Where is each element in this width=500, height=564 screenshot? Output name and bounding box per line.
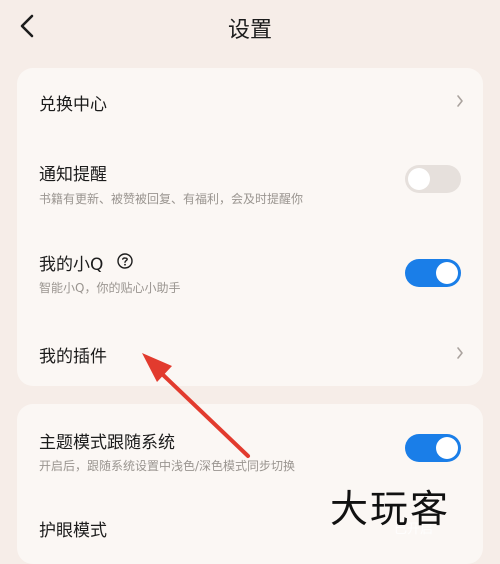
exchange-center-label: 兑换中心: [39, 95, 107, 115]
theme-follow-system-toggle[interactable]: [405, 434, 461, 462]
row-my-little-q: 我的小Q 智能小Q，你的贴心小助手: [17, 234, 483, 316]
watermark: 大玩客: [330, 487, 451, 531]
theme-follow-system-subtitle: 开启后，跟随系统设置中浅色/深色模式同步切换: [39, 459, 296, 473]
chevron-right-icon: [457, 95, 463, 107]
help-icon[interactable]: [117, 253, 133, 269]
my-little-q-subtitle: 智能小Q，你的贴心小助手: [39, 281, 181, 295]
my-little-q-label: 我的小Q: [39, 255, 104, 275]
row-exchange-center[interactable]: 兑换中心: [17, 68, 483, 134]
toggle-knob: [436, 262, 458, 284]
settings-card-general: 兑换中心 通知提醒 书籍有更新、被赞被回复、有福利，会及时提醒你 我的小Q 智能…: [17, 68, 483, 386]
notifications-label: 通知提醒: [39, 165, 107, 185]
row-my-plugins[interactable]: 我的插件: [17, 320, 483, 386]
notifications-subtitle: 书籍有更新、被赞被回复、有福利，会及时提醒你: [39, 192, 304, 206]
page-title: 设置: [227, 18, 272, 43]
toggle-knob: [436, 437, 458, 459]
chevron-right-icon: [457, 347, 463, 359]
row-notifications: 通知提醒 书籍有更新、被赞被回复、有福利，会及时提醒你: [17, 134, 483, 216]
toggle-knob: [408, 168, 430, 190]
row-theme-follow-system: 主题模式跟随系统 开启后，跟随系统设置中浅色/深色模式同步切换: [17, 404, 483, 486]
header: 设置: [0, 0, 500, 52]
notifications-toggle[interactable]: [405, 165, 461, 193]
my-little-q-toggle[interactable]: [405, 259, 461, 287]
my-plugins-label: 我的插件: [39, 347, 107, 367]
theme-follow-system-label: 主题模式跟随系统: [39, 433, 175, 453]
eye-care-mode-label: 护眼模式: [39, 521, 107, 541]
